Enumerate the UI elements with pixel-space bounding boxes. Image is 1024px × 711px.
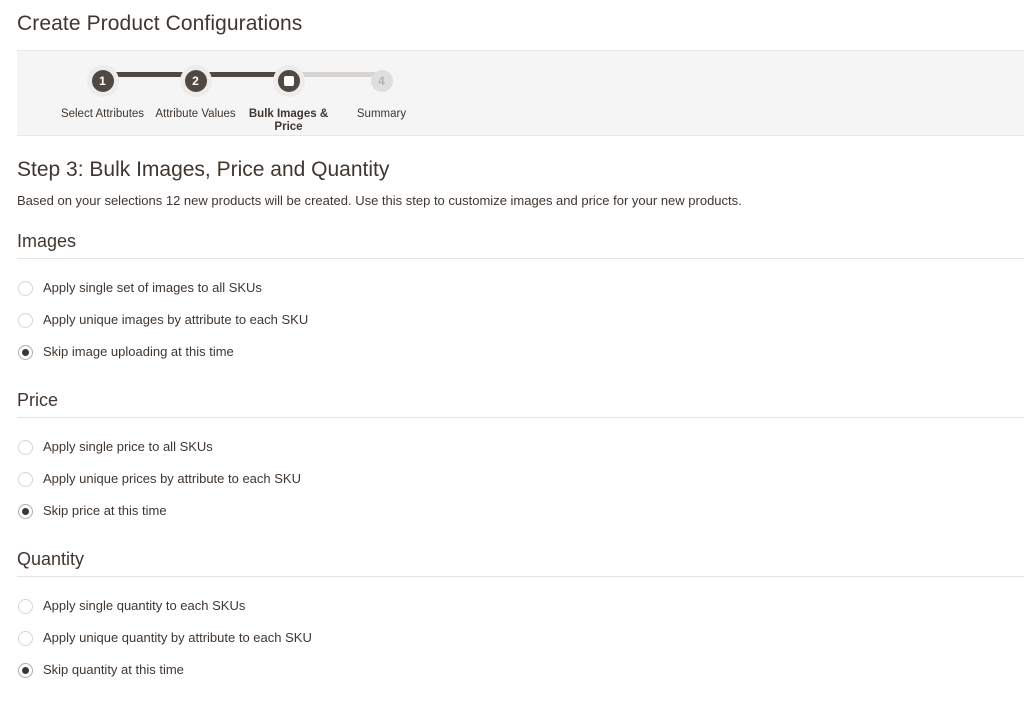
wizard-step-nav: 1 Select Attributes 2 Attribute Values Bulk … — [17, 51, 1024, 135]
radio-button[interactable] — [18, 439, 33, 455]
radio-option-label: Apply single price to all SKUs — [43, 439, 213, 454]
wizard-step-2[interactable]: 2 Attribute Values — [149, 51, 289, 135]
wizard-step-marker-wrap-1: 1 — [86, 65, 119, 97]
wizard-step-number-4: 4 — [370, 70, 393, 92]
radio-option-label: Apply single quantity to each SKUs — [43, 598, 246, 613]
wizard-step-marker-wrap-4: 4 — [366, 65, 398, 97]
wizard-step-3[interactable]: Bulk Images & Price — [242, 51, 382, 135]
main-content: Step 3: Bulk Images, Price and Quantity … — [0, 156, 1024, 686]
wizard-step-number-3 — [277, 70, 300, 92]
page-title: Create Product Configurations — [17, 12, 303, 35]
sections-container: Images Apply single set of images to all … — [17, 230, 1024, 686]
section-quantity: Quantity Apply single quantity to each SK… — [17, 548, 1024, 686]
section-title-images: Images — [17, 231, 77, 251]
radio-button[interactable] — [18, 471, 33, 487]
radio-option-label: Apply single set of images to all SKUs — [43, 280, 262, 295]
section-title-quantity: Quantity — [17, 549, 85, 569]
radio-button[interactable] — [18, 630, 33, 646]
step-heading: Step 3: Bulk Images, Price and Quantity — [17, 158, 390, 181]
radio-option[interactable]: Apply unique quantity by attribute to ea… — [17, 622, 1024, 654]
radio-group-price: Apply single price to all SKUs Apply uniq… — [17, 418, 1024, 527]
wizard-step-4[interactable]: 4 Summary — [335, 51, 428, 135]
radio-button[interactable] — [18, 312, 33, 328]
radio-button-selected[interactable] — [18, 344, 33, 360]
wizard-step-1[interactable]: 1 Select Attributes — [56, 51, 196, 135]
radio-option[interactable]: Skip image uploading at this time — [17, 336, 1024, 368]
section-images: Images Apply single set of images to all … — [17, 230, 1024, 368]
radio-option[interactable]: Apply unique images by attribute to each… — [17, 304, 1024, 336]
radio-option[interactable]: Apply single set of images to all SKUs — [17, 272, 1024, 304]
radio-button[interactable] — [18, 598, 33, 614]
radio-option-label: Apply unique images by attribute to each… — [43, 312, 309, 327]
wizard-step-marker-wrap-3 — [272, 65, 305, 97]
section-title-price: Price — [17, 390, 59, 410]
radio-button-selected[interactable] — [18, 662, 33, 678]
radio-option[interactable]: Skip quantity at this time — [17, 654, 1024, 686]
radio-option[interactable]: Skip price at this time — [17, 495, 1024, 527]
wizard-step-indicator-panel: 1 Select Attributes 2 Attribute Values Bulk … — [17, 50, 1024, 136]
radio-option[interactable]: Apply single quantity to each SKUs — [17, 590, 1024, 622]
radio-option-label: Apply unique prices by attribute to each… — [43, 471, 301, 486]
wizard-step-label-1: Select Attributes — [60, 108, 145, 120]
wizard-step-label-3: Bulk Images & Price — [248, 108, 329, 133]
wizard-step-label-2: Attribute Values — [155, 108, 236, 120]
radio-option-label: Skip price at this time — [43, 503, 167, 518]
wizard-step-number-2: 2 — [184, 70, 207, 92]
radio-group-images: Apply single set of images to all SKUs Ap… — [17, 259, 1024, 368]
wizard-step-list: 1 Select Attributes 2 Attribute Values Bulk … — [56, 51, 428, 135]
radio-button-selected[interactable] — [18, 503, 33, 519]
wizard-step-number-1: 1 — [91, 70, 114, 92]
wizard-step-marker-wrap-2: 2 — [179, 65, 212, 97]
radio-option[interactable]: Apply single price to all SKUs — [17, 431, 1024, 463]
wizard-step-current-dot-icon — [283, 76, 294, 86]
section-price: Price Apply single price to all SKUs Apply… — [17, 389, 1024, 527]
radio-option-label: Skip quantity at this time — [43, 662, 184, 677]
radio-button[interactable] — [18, 280, 33, 296]
wizard-step-label-4: Summary — [356, 108, 407, 120]
radio-option-label: Skip image uploading at this time — [43, 344, 234, 359]
radio-option-label: Apply unique quantity by attribute to ea… — [43, 630, 312, 645]
step-description: Based on your selections 12 new products… — [17, 193, 742, 208]
radio-group-quantity: Apply single quantity to each SKUs Apply … — [17, 577, 1024, 686]
radio-option[interactable]: Apply unique prices by attribute to each… — [17, 463, 1024, 495]
